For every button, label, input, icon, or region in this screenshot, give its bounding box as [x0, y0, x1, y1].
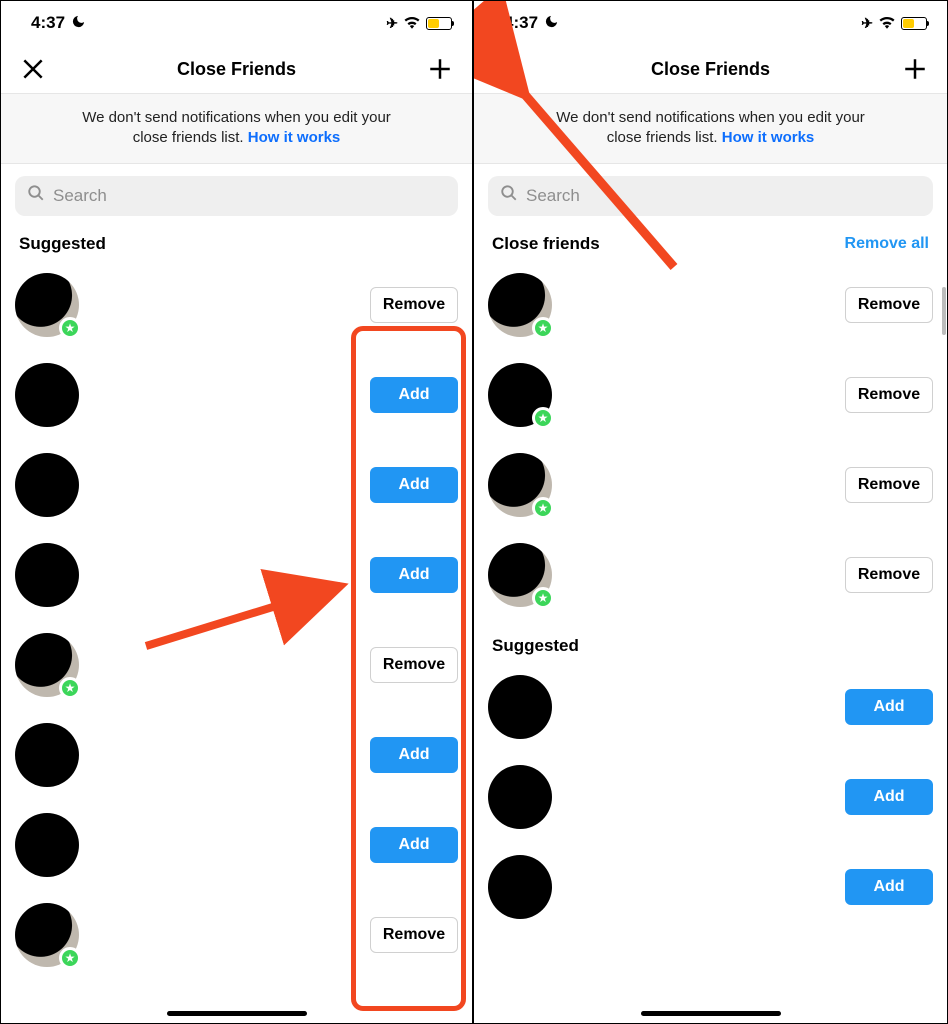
add-button[interactable]: Add [845, 689, 933, 725]
list-item: Add [15, 530, 458, 620]
list-item: Add [15, 440, 458, 530]
add-button[interactable]: Add [370, 737, 458, 773]
add-button[interactable]: Add [370, 467, 458, 503]
do-not-disturb-icon [544, 14, 559, 33]
avatar[interactable] [15, 363, 79, 427]
list-item: Add [15, 800, 458, 890]
search-field[interactable] [53, 186, 446, 206]
add-icon[interactable] [901, 55, 929, 83]
remove-button[interactable]: Remove [370, 287, 458, 323]
banner-text-line1: We don't send notifications when you edi… [556, 109, 865, 126]
avatar[interactable] [488, 765, 552, 829]
search-input[interactable] [15, 176, 458, 216]
battery-icon [901, 17, 927, 30]
avatar[interactable] [15, 543, 79, 607]
avatar[interactable]: ★ [15, 633, 79, 697]
avatar[interactable] [15, 723, 79, 787]
screenshot-right: 4:37 ✈ Close Friends We [474, 1, 947, 1023]
remove-all-link[interactable]: Remove all [845, 235, 929, 253]
section-close-friends: Close friends [492, 234, 600, 254]
how-it-works-link[interactable]: How it works [248, 129, 341, 146]
wifi-icon [878, 15, 896, 32]
avatar[interactable]: ★ [15, 273, 79, 337]
add-button[interactable]: Add [370, 377, 458, 413]
section-suggested: Suggested [19, 234, 106, 254]
avatar[interactable] [488, 855, 552, 919]
avatar[interactable]: ★ [488, 363, 552, 427]
remove-button[interactable]: Remove [845, 557, 933, 593]
avatar[interactable]: ★ [15, 903, 79, 967]
list-item: ★ Remove [488, 530, 933, 620]
info-banner: We don't send notifications when you edi… [1, 93, 472, 164]
avatar[interactable] [488, 675, 552, 739]
close-friends-list: ★ Remove ★ Remove ★ Remove ★ Remove [474, 260, 947, 620]
info-banner: We don't send notifications when you edi… [474, 93, 947, 164]
close-friend-star-icon: ★ [532, 317, 554, 339]
avatar[interactable]: ★ [488, 453, 552, 517]
suggested-list: ★ Remove Add Add Add ★ Remove Add Add ★ Remove [1, 260, 472, 980]
list-item: ★ Remove [488, 440, 933, 530]
status-time: 4:37 [31, 13, 65, 33]
how-it-works-link[interactable]: How it works [722, 129, 815, 146]
list-item: ★ Remove [488, 260, 933, 350]
banner-text-line2: close friends list. [133, 129, 244, 146]
section-suggested: Suggested [492, 636, 579, 656]
close-friend-star-icon: ★ [532, 497, 554, 519]
list-item: ★ Remove [15, 890, 458, 980]
airplane-mode-icon: ✈ [861, 15, 873, 32]
page-title: Close Friends [651, 59, 770, 80]
screenshot-left: 4:37 ✈ Close Friends We [1, 1, 474, 1023]
close-icon[interactable] [19, 55, 47, 83]
nav-bar: Close Friends [1, 45, 472, 93]
add-icon[interactable] [426, 55, 454, 83]
home-indicator[interactable] [167, 1011, 307, 1016]
close-friend-star-icon: ★ [532, 407, 554, 429]
status-bar: 4:37 ✈ [1, 1, 472, 45]
list-item: ★ Remove [15, 260, 458, 350]
close-icon[interactable] [492, 55, 520, 83]
nav-bar: Close Friends [474, 45, 947, 93]
add-button[interactable]: Add [845, 779, 933, 815]
close-friend-star-icon: ★ [59, 947, 81, 969]
add-button[interactable]: Add [845, 869, 933, 905]
avatar[interactable] [15, 813, 79, 877]
home-indicator[interactable] [641, 1011, 781, 1016]
search-field[interactable] [526, 186, 921, 206]
banner-text-line1: We don't send notifications when you edi… [82, 109, 391, 126]
avatar[interactable]: ★ [488, 273, 552, 337]
avatar[interactable] [15, 453, 79, 517]
remove-button[interactable]: Remove [370, 647, 458, 683]
banner-text-line2: close friends list. [607, 129, 718, 146]
scrollbar[interactable] [942, 287, 946, 335]
list-item: Add [488, 662, 933, 752]
remove-button[interactable]: Remove [370, 917, 458, 953]
close-friend-star-icon: ★ [59, 677, 81, 699]
status-bar: 4:37 ✈ [474, 1, 947, 45]
suggested-list: Add Add Add [474, 662, 947, 932]
battery-icon [426, 17, 452, 30]
do-not-disturb-icon [71, 14, 86, 33]
list-item: Add [488, 752, 933, 842]
search-icon [27, 184, 45, 207]
close-friend-star-icon: ★ [532, 587, 554, 609]
airplane-mode-icon: ✈ [386, 15, 398, 32]
search-icon [500, 184, 518, 207]
list-item: Add [488, 842, 933, 932]
list-item: Add [15, 350, 458, 440]
close-friend-star-icon: ★ [59, 317, 81, 339]
wifi-icon [403, 15, 421, 32]
add-button[interactable]: Add [370, 557, 458, 593]
remove-button[interactable]: Remove [845, 467, 933, 503]
avatar[interactable]: ★ [488, 543, 552, 607]
list-item: ★ Remove [488, 350, 933, 440]
list-item: ★ Remove [15, 620, 458, 710]
add-button[interactable]: Add [370, 827, 458, 863]
remove-button[interactable]: Remove [845, 287, 933, 323]
status-time: 4:37 [504, 13, 538, 33]
search-input[interactable] [488, 176, 933, 216]
list-item: Add [15, 710, 458, 800]
page-title: Close Friends [177, 59, 296, 80]
remove-button[interactable]: Remove [845, 377, 933, 413]
